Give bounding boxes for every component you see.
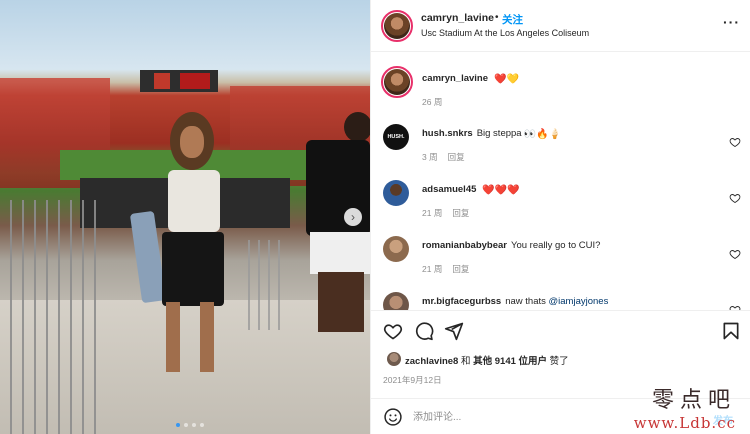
handrail-front [0,200,105,434]
watermark-url: www.Ldb.cc [633,414,736,432]
comment-item: adsamuel45 ❤️❤️❤️ 21 周回复 [371,176,750,224]
comment-mention[interactable]: @iamjayjones [549,296,609,307]
comment-body: Big steppa [476,128,522,139]
comment-meta: 26 周 [422,96,452,108]
handrail-back [240,240,280,330]
liker-username[interactable]: zachlavine8 [405,356,458,367]
comment-avatar[interactable] [383,236,409,262]
liker-avatar[interactable] [387,352,401,366]
post-side-panel: camryn_lavine • 关注 Usc Stadium At the Lo… [370,0,750,434]
comments-list[interactable]: camryn_lavine ❤️💛 26 周 HUSH. hush.snkrs Bi… [371,52,750,310]
send-icon[interactable] [444,321,464,341]
comment-text: mr.bigfacegurbss naw thats @iamjayjones [422,296,608,307]
watermark: 零点吧 www.Ldb.cc [634,388,736,432]
reply-button[interactable]: 回复 [452,208,469,218]
comment-like-icon[interactable] [729,248,741,260]
comment-like-icon[interactable] [729,136,741,148]
comment-time: 21 周 [422,264,443,274]
comment-emoji: ❤️💛 [494,74,519,85]
comment-meta: 21 周回复 [422,207,479,219]
comment-avatar[interactable] [383,180,409,206]
carousel-dot [176,423,180,427]
post-header: camryn_lavine • 关注 Usc Stadium At the Lo… [371,0,750,52]
bookmark-icon[interactable] [721,321,741,341]
carousel-dot [192,423,196,427]
carousel-dot [200,423,204,427]
likes-summary: zachlavine8 和 其他 9141 位用户 赞了 [383,350,743,368]
post-actions-bar [371,310,750,350]
header-separator: • [495,12,499,23]
comment-username[interactable]: mr.bigfacegurbss [422,296,501,307]
heart-icon[interactable] [383,321,403,341]
comment-emoji: 👀🔥🍦 [523,129,561,140]
comment-emoji: ❤️❤️❤️ [482,185,520,196]
man-figure [300,112,370,337]
comment-time: 3 周 [422,152,438,162]
watermark-title: 零点吧 [651,388,736,413]
smile-icon[interactable] [383,407,403,427]
author-avatar[interactable] [384,13,410,39]
comment-text: romanianbabybear You really go to CUI? [422,240,600,251]
author-username[interactable]: camryn_lavine [421,12,494,24]
comment-avatar[interactable] [383,292,409,310]
likes-others-link[interactable]: 其他 9141 位用户 [473,356,547,367]
comment-icon[interactable] [414,321,434,341]
comment-item: mr.bigfacegurbss naw thats @iamjayjones [371,288,750,310]
reply-button[interactable]: 回复 [448,152,465,162]
woman-figure [129,112,240,402]
comment-meta: 3 周回复 [422,151,475,163]
post-date: 2021年9月12日 [383,375,442,385]
likes-suffix: 赞了 [547,356,569,367]
comment-input[interactable] [413,407,653,427]
comment-body: naw thats [505,296,546,307]
comment-meta: 21 周回复 [422,263,479,275]
comment-avatar[interactable] [384,69,410,95]
chevron-right-icon: › [351,210,355,224]
likes-connector: 和 [458,356,474,367]
comment-username[interactable]: hush.snkrs [422,128,473,139]
comment-username[interactable]: adsamuel45 [422,184,476,195]
comment-item: romanianbabybear You really go to CUI? 21… [371,232,750,280]
post-location[interactable]: Usc Stadium At the Los Angeles Coliseum [421,28,589,38]
comment-item: HUSH. hush.snkrs Big steppa 👀🔥🍦 3 周回复 [371,120,750,168]
comment-like-icon[interactable] [729,192,741,204]
comment-body: You really go to CUI? [511,240,601,251]
comment-username[interactable]: romanianbabybear [422,240,507,251]
comment-time: 26 周 [422,97,443,107]
likes-text: zachlavine8 和 其他 9141 位用户 赞了 [405,353,569,367]
comment-item: camryn_lavine ❤️💛 26 周 [371,64,750,112]
carousel-indicator [176,423,204,427]
comment-avatar[interactable]: HUSH. [383,124,409,150]
next-photo-button[interactable]: › [344,208,362,226]
comment-time: 21 周 [422,208,443,218]
follow-button[interactable]: 关注 [502,12,523,27]
comment-text: camryn_lavine ❤️💛 [422,73,519,85]
post-photo[interactable]: › [0,0,370,434]
scoreboard-image [140,70,218,92]
comment-text: hush.snkrs Big steppa 👀🔥🍦 [422,128,561,140]
carousel-dot [184,423,188,427]
comment-username[interactable]: camryn_lavine [422,73,488,84]
comment-text: adsamuel45 ❤️❤️❤️ [422,184,520,196]
more-options-icon[interactable]: ··· [723,14,740,30]
reply-button[interactable]: 回复 [452,264,469,274]
